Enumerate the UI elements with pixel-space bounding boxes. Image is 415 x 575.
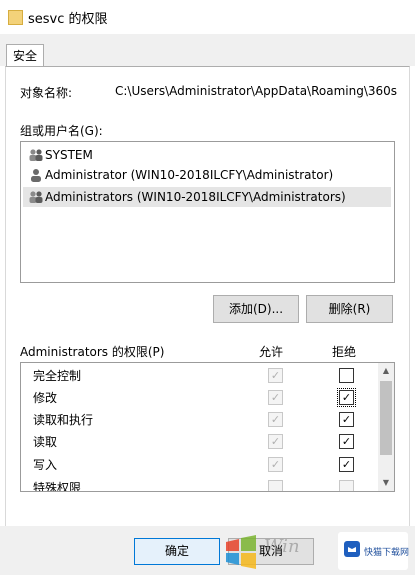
object-name-label: 对象名称: [20, 86, 73, 100]
permission-name: 写入 [33, 458, 58, 472]
deny-checkbox[interactable]: ✓ [339, 434, 354, 449]
scrollbar-thumb[interactable] [380, 381, 392, 455]
ok-button[interactable]: 确定 [134, 538, 220, 565]
deny-checkbox[interactable]: ✓ [339, 457, 354, 472]
scroll-up-arrow-icon[interactable]: ▲ [378, 363, 394, 379]
title-bar: sesvc 的权限 [0, 0, 415, 34]
allow-checkbox[interactable]: ✓ [268, 368, 283, 383]
permission-name: 特殊权限 [33, 481, 82, 492]
permission-name: 修改 [33, 391, 58, 405]
allow-checkbox[interactable]: ✓ [268, 412, 283, 427]
tab-strip: 安全 [0, 34, 415, 68]
allow-checkbox[interactable]: ✓ [268, 434, 283, 449]
user-icon [31, 169, 41, 182]
add-button[interactable]: 添加(D)... [213, 295, 299, 323]
permission-name: 读取 [33, 435, 58, 449]
permission-row-read: 读取 ✓ ✓ [21, 430, 378, 452]
object-name-value: C:\Users\Administrator\AppData\Roaming\3… [115, 84, 398, 98]
deny-checkbox[interactable] [339, 368, 354, 383]
svg-text:Win: Win [264, 536, 300, 557]
win7-watermark-logo: Win [226, 535, 300, 569]
user-name: Administrators (WIN10-2018ILCFY\Administ… [45, 190, 346, 204]
folder-icon [8, 10, 23, 25]
permission-row-special: 特殊权限 [21, 476, 378, 492]
permission-row-modify: 修改 ✓ ✓ [21, 386, 378, 408]
deny-checkbox[interactable]: ✓ [337, 388, 356, 407]
site-badge: 快猫下载网 [338, 532, 410, 570]
remove-button[interactable]: 删除(R) [306, 295, 393, 323]
permission-row-read-execute: 读取和执行 ✓ ✓ [21, 408, 378, 430]
deny-checkbox[interactable]: ✓ [339, 412, 354, 427]
permission-row-full-control: 完全控制 ✓ [21, 364, 378, 386]
scroll-down-arrow-icon[interactable]: ▼ [378, 475, 394, 491]
tab-security[interactable]: 安全 [6, 44, 44, 68]
cat-logo-icon [344, 541, 360, 557]
users-group-icon [29, 191, 43, 203]
allow-checkbox[interactable]: ✓ [268, 457, 283, 472]
list-item-administrator[interactable]: Administrator (WIN10-2018ILCFY\Administr… [23, 165, 391, 185]
user-name: Administrator (WIN10-2018ILCFY\Administr… [45, 168, 334, 182]
permission-row-write: 写入 ✓ ✓ [21, 453, 378, 475]
window-title: sesvc 的权限 [28, 12, 108, 27]
deny-column-header: 拒绝 [332, 345, 357, 359]
allow-checkbox[interactable]: ✓ [268, 390, 283, 405]
user-name: SYSTEM [45, 148, 93, 162]
list-item-administrators[interactable]: Administrators (WIN10-2018ILCFY\Administ… [23, 187, 391, 207]
allow-column-header: 允许 [259, 345, 284, 359]
group-user-list[interactable]: SYSTEM Administrator (WIN10-2018ILCFY\Ad… [20, 141, 395, 283]
allow-checkbox[interactable] [268, 480, 283, 491]
permission-name: 完全控制 [33, 369, 82, 383]
permissions-label: Administrators 的权限(P) [20, 345, 165, 359]
list-item-system[interactable]: SYSTEM [23, 145, 391, 165]
permissions-scrollbar[interactable]: ▲ ▼ [378, 363, 394, 491]
group-users-label: 组或用户名(G): [20, 124, 103, 138]
users-group-icon [29, 149, 43, 161]
permission-name: 读取和执行 [33, 413, 94, 427]
badge-text: 快猫下载网 [364, 548, 410, 558]
deny-checkbox[interactable] [339, 480, 354, 491]
permissions-list[interactable]: 完全控制 ✓ 修改 ✓ ✓ 读取和执行 ✓ ✓ 读取 ✓ ✓ 写入 ✓ ✓ 特殊… [20, 362, 395, 492]
